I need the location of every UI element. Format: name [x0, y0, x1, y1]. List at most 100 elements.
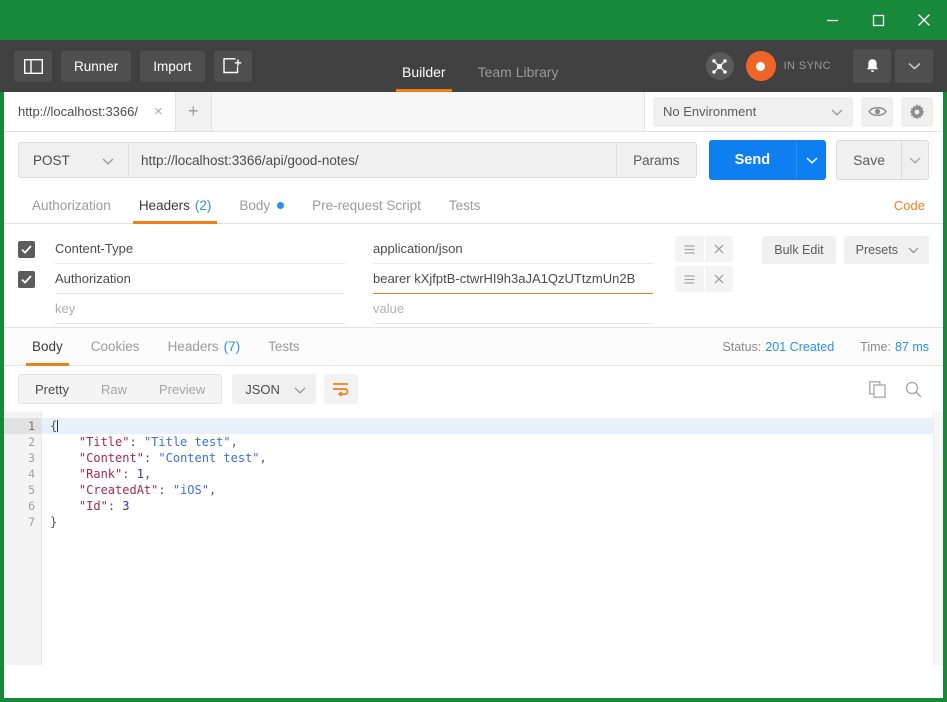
new-window-icon[interactable] — [213, 50, 252, 82]
url-input[interactable]: http://localhost:3366/api/good-notes/ — [128, 142, 618, 178]
header-key-placeholder: key — [55, 301, 76, 316]
code-token: } — [50, 515, 58, 529]
header-key-value: Authorization — [55, 271, 131, 286]
code-link-label: Code — [893, 198, 925, 213]
line-number: 5 — [28, 483, 35, 497]
response-tab-cookies[interactable]: Cookies — [77, 328, 154, 365]
code-line: "CreatedAt": "iOS", — [42, 482, 943, 498]
response-tab-headers[interactable]: Headers (7) — [154, 328, 255, 365]
send-options-caret-icon[interactable] — [796, 140, 827, 180]
code-scrollbar-vertical[interactable] — [933, 412, 943, 665]
header-key-value: Content-Type — [55, 241, 134, 256]
import-button[interactable]: Import — [140, 50, 205, 82]
view-mode-raw[interactable]: Raw — [85, 375, 143, 403]
tab-authorization[interactable]: Authorization — [18, 188, 125, 223]
sidebar-toggle-icon[interactable] — [14, 50, 52, 82]
request-tab[interactable]: http://localhost:3366/ × — [4, 92, 176, 131]
view-mode-pretty[interactable]: Pretty — [19, 375, 85, 403]
tab-pre-request-script[interactable]: Pre-request Script — [298, 188, 435, 223]
header-value-input[interactable]: application/json — [373, 235, 653, 264]
header-key-input-new[interactable]: key — [55, 295, 345, 324]
tab-pre-request-script-label: Pre-request Script — [312, 198, 421, 213]
response-tab-tests[interactable]: Tests — [254, 328, 314, 365]
code-token: "Content test" — [158, 451, 260, 465]
tab-authorization-label: Authorization — [32, 198, 111, 213]
code-token: : — [129, 435, 144, 449]
save-options-caret-icon[interactable] — [901, 140, 929, 180]
chevron-down-icon — [908, 243, 919, 257]
sync-status-label: IN SYNC — [783, 60, 831, 72]
code-line: "Id": 3 — [42, 498, 943, 514]
code-link[interactable]: Code — [894, 188, 929, 223]
header-key-input[interactable]: Authorization — [55, 265, 345, 294]
close-icon[interactable] — [901, 0, 947, 40]
status-badge: Status: 201 Created — [722, 340, 834, 354]
code-token: , — [208, 483, 217, 497]
sync-status-icon[interactable] — [745, 51, 776, 81]
header-row-checkbox[interactable] — [18, 240, 35, 258]
status-value: 201 Created — [765, 339, 835, 354]
http-method-select[interactable]: POST — [18, 142, 128, 178]
response-body-viewer[interactable]: 1▼2 3 4 5 6 7 { "Title": "Title test", "Conte… — [4, 412, 943, 665]
maximize-icon[interactable] — [855, 0, 901, 40]
send-button-group: Send — [708, 140, 827, 180]
tab-headers-count: (2) — [194, 198, 212, 213]
tab-headers[interactable]: Headers (2) — [125, 188, 226, 224]
environment-selected-label: No Environment — [663, 104, 757, 119]
network-icon[interactable] — [705, 52, 734, 80]
header-row-actions — [675, 266, 733, 292]
gear-icon[interactable] — [901, 96, 933, 127]
tab-tests[interactable]: Tests — [435, 188, 495, 223]
word-wrap-icon[interactable] — [323, 374, 358, 404]
header-row-checkbox-empty — [18, 301, 35, 318]
nav-tab-team-library[interactable]: Team Library — [462, 64, 575, 92]
eye-icon[interactable] — [861, 96, 893, 127]
list-menu-icon[interactable] — [675, 236, 704, 262]
text-caret — [57, 420, 59, 432]
copy-icon[interactable] — [861, 374, 893, 404]
response-body-code[interactable]: { "Title": "Title test", "Content": "Con… — [42, 412, 943, 665]
response-format-select[interactable]: JSON — [232, 374, 316, 404]
search-icon[interactable] — [897, 374, 929, 404]
params-button[interactable]: Params — [617, 142, 697, 178]
list-menu-icon[interactable] — [675, 266, 704, 292]
header-value-input[interactable]: bearer kXjfptB-ctwrHI9h3aJA1QzUTtzmUn2B — [373, 265, 653, 294]
environment-select[interactable]: No Environment — [653, 96, 853, 127]
time-label: Time: — [860, 339, 891, 354]
minimize-icon[interactable] — [809, 0, 855, 40]
header-key-input[interactable]: Content-Type — [55, 235, 345, 264]
close-icon[interactable]: × — [154, 104, 163, 119]
save-button[interactable]: Save — [836, 140, 901, 180]
presets-button[interactable]: Presets — [843, 236, 929, 264]
runner-button[interactable]: Runner — [61, 50, 132, 82]
header-value-input-new[interactable]: value — [373, 295, 653, 324]
code-line: "Content": "Content test", — [42, 450, 943, 466]
bulk-edit-button[interactable]: Bulk Edit — [762, 236, 836, 264]
send-button[interactable]: Send — [708, 140, 797, 180]
line-number-gutter: 1▼2 3 4 5 6 7 — [4, 412, 49, 665]
close-icon[interactable] — [704, 236, 733, 262]
code-line: { — [42, 418, 943, 434]
account-menu-caret-icon[interactable] — [895, 49, 933, 83]
save-button-group: Save — [836, 140, 929, 180]
bell-icon[interactable] — [853, 49, 891, 83]
response-tab-tests-label: Tests — [268, 339, 300, 354]
title-bar — [0, 0, 947, 40]
nav-tab-builder[interactable]: Builder — [386, 64, 462, 92]
code-line: } — [42, 514, 943, 530]
line-number: 7 — [28, 515, 35, 529]
view-mode-preview[interactable]: Preview — [143, 375, 221, 403]
header-value-text: application/json — [373, 241, 463, 256]
tab-body[interactable]: Body — [225, 188, 298, 223]
postman-window: Runner Import Builder Team Library IN SY… — [0, 0, 947, 702]
close-icon[interactable] — [704, 266, 733, 292]
response-meta: Status: 201 Created Time: 87 ms — [696, 328, 929, 365]
header-row-checkbox[interactable] — [18, 270, 35, 288]
code-token: "Title" — [78, 435, 130, 449]
response-tab-body[interactable]: Body — [18, 328, 77, 366]
code-token: , — [259, 451, 267, 465]
save-label: Save — [853, 152, 885, 168]
add-tab-button[interactable]: + — [175, 92, 212, 131]
